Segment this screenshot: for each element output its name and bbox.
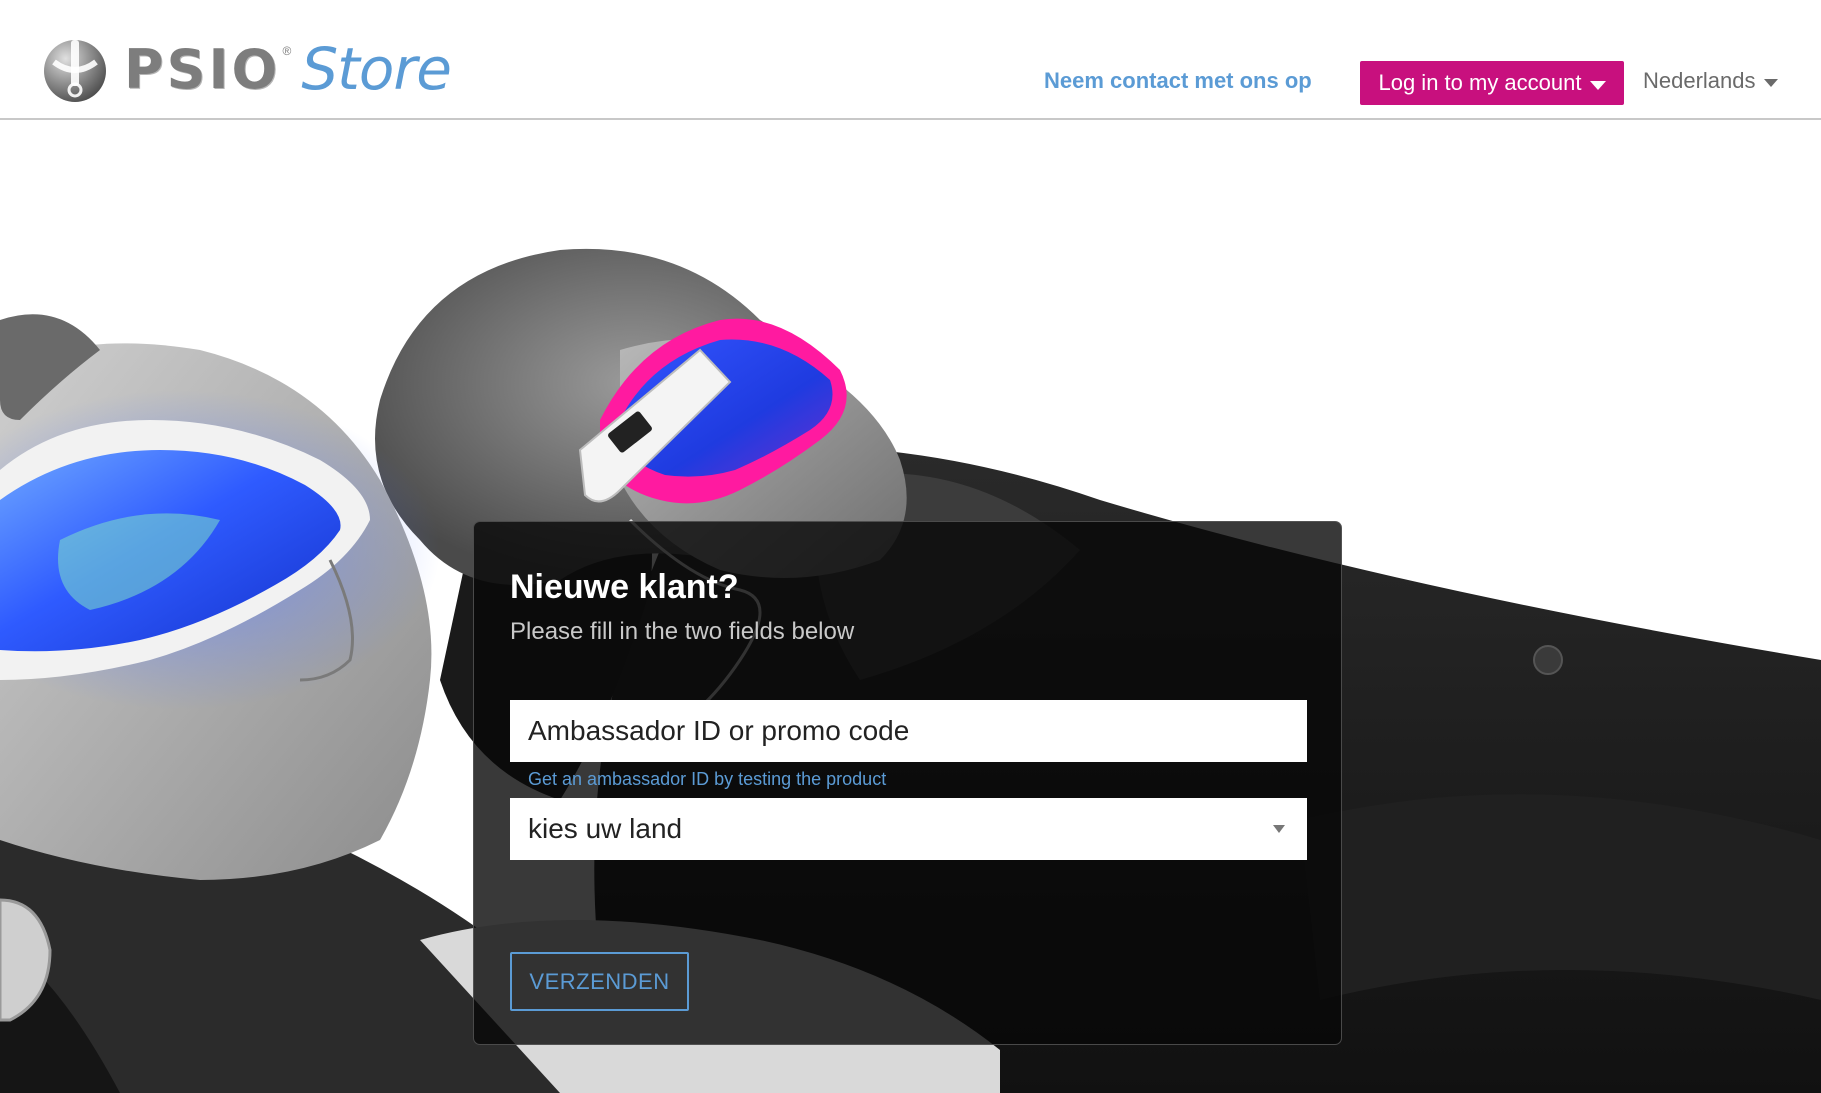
country-select[interactable]: kies uw land	[510, 798, 1307, 860]
language-label: Nederlands	[1643, 68, 1756, 93]
logo-store-text: Store	[301, 35, 452, 103]
login-button-label: Log in to my account	[1378, 70, 1582, 95]
promo-code-input[interactable]	[510, 700, 1307, 762]
chevron-down-icon	[1273, 825, 1285, 833]
ambassador-help-link[interactable]: Get an ambassador ID by testing the prod…	[528, 769, 886, 790]
login-account-button[interactable]: Log in to my account	[1360, 61, 1624, 105]
language-selector[interactable]: Nederlands	[1643, 68, 1778, 94]
contact-link[interactable]: Neem contact met ons op	[1044, 68, 1312, 94]
psio-logo-icon	[44, 40, 106, 102]
logo-registered-mark: ®	[282, 44, 292, 58]
new-customer-panel: Nieuwe klant? Please fill in the two fie…	[473, 521, 1342, 1045]
psio-store-logo[interactable]: PSIO ® Store	[40, 34, 452, 104]
page: PSIO ® Store Neem contact met ons op Log…	[0, 0, 1821, 1093]
chevron-down-icon	[1589, 80, 1606, 90]
logo-wordmark: PSIO	[124, 37, 281, 101]
site-header: PSIO ® Store Neem contact met ons op Log…	[0, 0, 1821, 120]
panel-subtitle: Please fill in the two fields below	[510, 618, 855, 645]
country-select-value: kies uw land	[528, 813, 683, 844]
chevron-down-icon	[1763, 79, 1778, 87]
submit-button[interactable]: VERZENDEN	[510, 952, 689, 1011]
panel-title: Nieuwe klant?	[510, 568, 739, 606]
